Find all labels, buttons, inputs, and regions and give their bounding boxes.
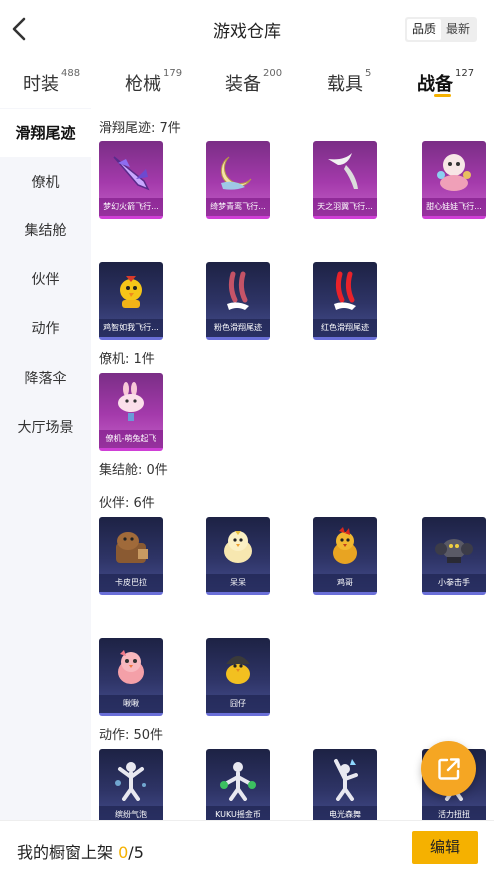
edit-button[interactable]: 编辑 (412, 831, 478, 864)
section-title-emote: 动作: 50件 (99, 728, 164, 743)
item-card[interactable]: 甜心娃娃飞行... (422, 141, 486, 219)
showcase-count-current: 0 (118, 843, 129, 862)
tab-active-indicator (434, 94, 451, 97)
sidebar-item-parachute[interactable]: 降落伞 (0, 355, 91, 403)
sidebar-item-partner[interactable]: 伙伴 (0, 256, 91, 304)
chick-icon (206, 517, 270, 577)
item-card[interactable]: 红色滑翔尾迹 (313, 262, 377, 340)
category-tabs: 时装488 枪械179 装备200 载具5 战备127 (0, 58, 494, 108)
tab-label: 装备 (225, 74, 261, 95)
tab-label: 枪械 (125, 74, 161, 95)
chick-icon (99, 262, 163, 322)
item-name: KUKU摇金币 (206, 806, 270, 820)
tab-count: 5 (365, 68, 372, 79)
item-name: 鸡智如我飞行... (99, 319, 163, 337)
sidebar-item-glide-trail[interactable]: 滑翔尾迹 (0, 109, 91, 157)
showcase-count-total: /5 (128, 843, 144, 862)
item-name: 僚机-萌兔起飞 (99, 430, 163, 448)
item-card[interactable]: 鸡智如我飞行... (99, 262, 163, 340)
external-link-icon (437, 757, 460, 780)
item-name: 甜心娃娃飞行... (422, 198, 486, 216)
item-name: 电光森舞 (313, 806, 377, 820)
item-name: 囧仔 (206, 695, 270, 713)
section-title-glide-trail: 滑翔尾迹: 7件 (99, 121, 181, 136)
tab-equipment[interactable]: 装备200 (225, 68, 283, 96)
item-card[interactable]: 卡皮巴拉 (99, 517, 163, 595)
item-card[interactable]: 电光森舞 (313, 749, 377, 820)
section-title-partner: 伙伴: 6件 (99, 496, 155, 511)
item-name: 梦幻火箭飞行... (99, 198, 163, 216)
sort-option-latest[interactable]: 最新 (441, 19, 475, 40)
item-card[interactable]: 鸡哥 (313, 517, 377, 595)
sidebar-item-emote[interactable]: 动作 (0, 305, 91, 353)
tab-label: 时装 (23, 74, 59, 95)
dance-icon (99, 749, 163, 809)
pink-bird-icon (99, 638, 163, 698)
item-name: 天之羽翼飞行... (313, 198, 377, 216)
item-name: 呆呆 (206, 574, 270, 592)
tab-count: 488 (61, 68, 81, 79)
item-name: 缤纷气泡 (99, 806, 163, 820)
item-card[interactable]: 天之羽翼飞行... (313, 141, 377, 219)
tab-label: 战备 (417, 74, 453, 95)
item-name: 红色滑翔尾迹 (313, 319, 377, 337)
wing-icon (313, 141, 377, 201)
showcase-label: 我的橱窗上架 0/5 (17, 839, 144, 863)
tab-fashion[interactable]: 时装488 (23, 68, 81, 96)
section-title-rally-pod: 集结舱: 0件 (99, 463, 168, 478)
pink-trail-icon (206, 262, 270, 322)
tab-war-prep[interactable]: 战备127 (417, 68, 475, 96)
item-name: 粉色滑翔尾迹 (206, 319, 270, 337)
tab-label: 载具 (327, 74, 363, 95)
rocket-icon (99, 141, 163, 201)
item-name: 活力扭扭 (422, 806, 486, 820)
boxer-icon (422, 517, 486, 577)
item-name: 鸡哥 (313, 574, 377, 592)
tab-vehicles[interactable]: 载具5 (327, 68, 372, 96)
bunny-icon (99, 373, 163, 433)
showcase-bar: 我的橱窗上架 0/5 编辑 (0, 820, 494, 875)
item-card[interactable]: 僚机-萌兔起飞 (99, 373, 163, 451)
item-card[interactable]: 粉色滑翔尾迹 (206, 262, 270, 340)
section-title-wingman: 僚机: 1件 (99, 352, 155, 367)
item-name: 小拳击手 (422, 574, 486, 592)
tab-count: 179 (163, 68, 183, 79)
share-button[interactable] (421, 741, 476, 796)
item-name: 啾啾 (99, 695, 163, 713)
item-card[interactable]: 囧仔 (206, 638, 270, 716)
dance-icon (206, 749, 270, 809)
item-card[interactable]: KUKU摇金币 (206, 749, 270, 820)
rooster-icon (313, 517, 377, 577)
item-card[interactable]: 啾啾 (99, 638, 163, 716)
sort-toggle: 品质 最新 (405, 17, 477, 42)
item-name: 卡皮巴拉 (99, 574, 163, 592)
sidebar-item-lobby-scene[interactable]: 大厅场景 (0, 404, 91, 452)
item-name: 绮梦青鸾飞行... (206, 198, 270, 216)
tab-guns[interactable]: 枪械179 (125, 68, 183, 96)
sidebar-item-wingman[interactable]: 僚机 (0, 159, 91, 207)
item-card[interactable]: 缤纷气泡 (99, 749, 163, 820)
capybara-icon (99, 517, 163, 577)
moon-icon (206, 141, 270, 201)
header-bar: 游戏仓库 品质 最新 (0, 0, 494, 58)
item-card[interactable]: 呆呆 (206, 517, 270, 595)
sort-option-quality[interactable]: 品质 (407, 19, 441, 40)
item-card[interactable]: 梦幻火箭飞行... (99, 141, 163, 219)
sidebar-item-rally-pod[interactable]: 集结舱 (0, 207, 91, 255)
tab-count: 127 (455, 68, 475, 79)
showcase-text: 我的橱窗上架 (17, 843, 114, 862)
sidebar: 滑翔尾迹 僚机 集结舱 伙伴 动作 降落伞 大厅场景 (0, 108, 91, 820)
item-grid: 滑翔尾迹: 7件 梦幻火箭飞行... 绮梦青鸾飞行... 天之羽翼飞行... 甜… (91, 108, 494, 820)
item-card[interactable]: 绮梦青鸾飞行... (206, 141, 270, 219)
back-arrow-icon[interactable] (8, 16, 32, 42)
red-trail-icon (313, 262, 377, 322)
helmet-chick-icon (206, 638, 270, 698)
doll-icon (422, 141, 486, 201)
dance-icon (313, 749, 377, 809)
tab-count: 200 (263, 68, 283, 79)
item-card[interactable]: 小拳击手 (422, 517, 486, 595)
